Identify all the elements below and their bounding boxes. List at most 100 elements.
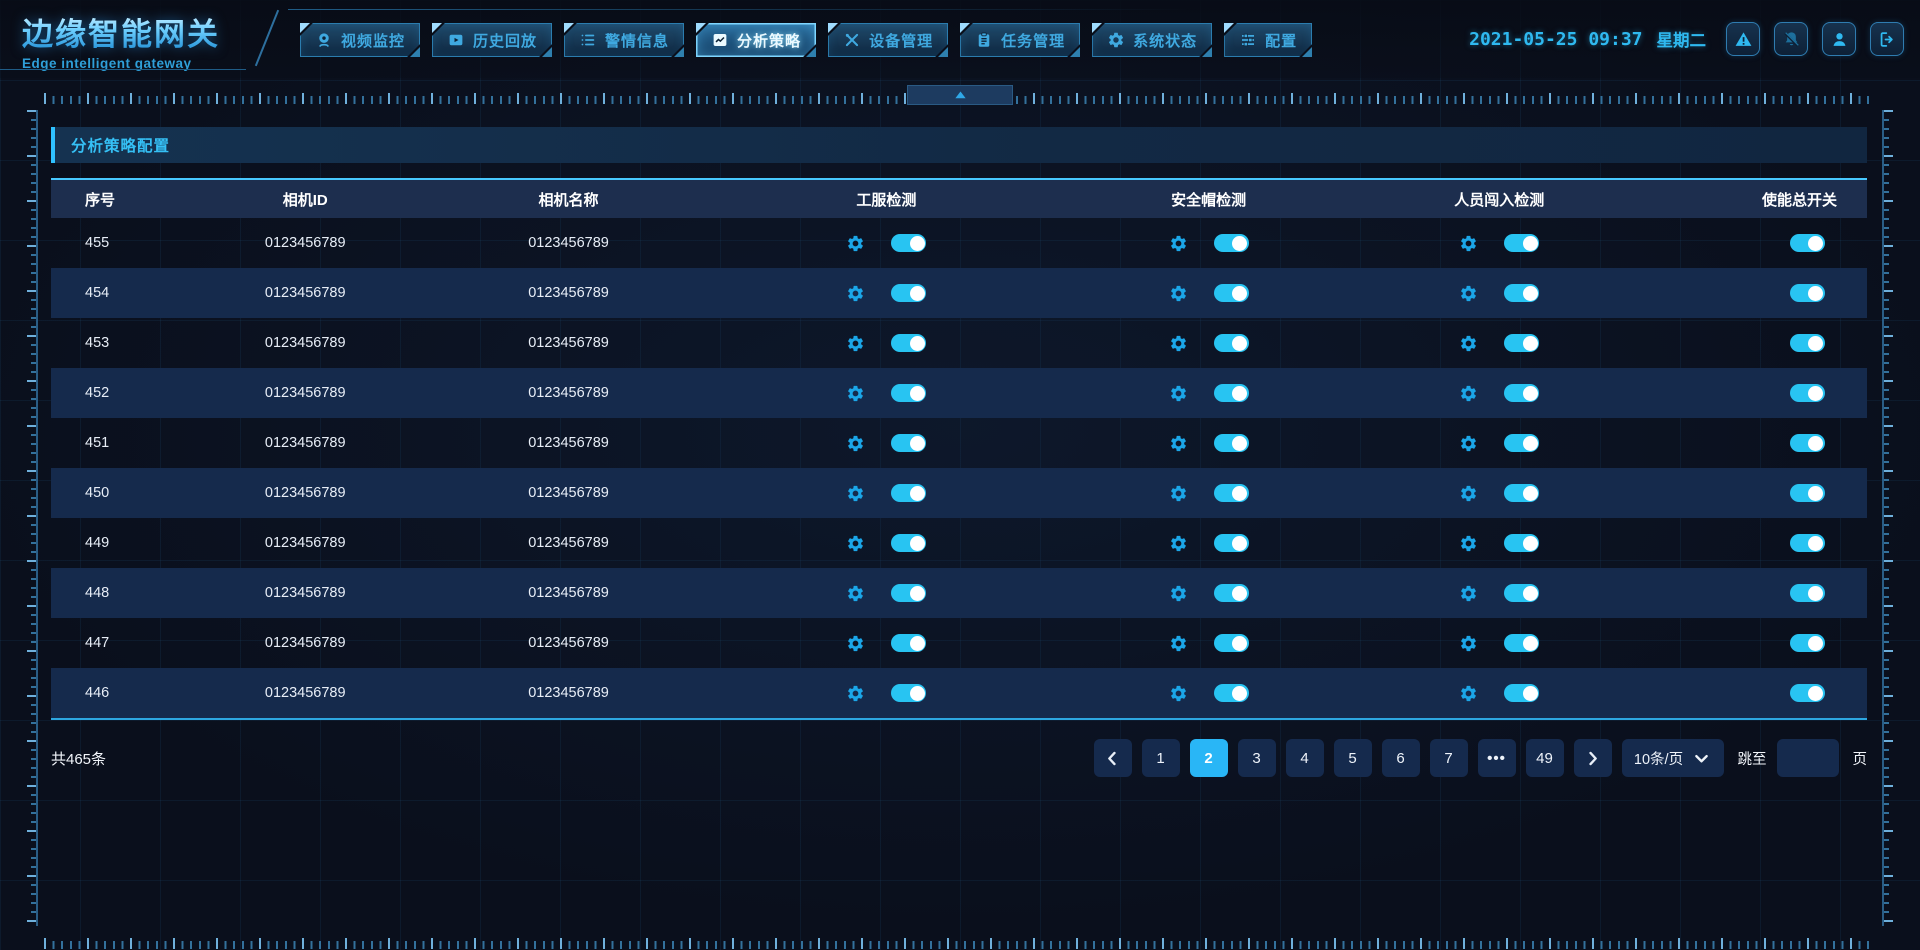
master-enable-toggle[interactable]: [1790, 384, 1825, 402]
pagination-controls: 1234567•••49 10条/页 跳至 页: [1094, 739, 1868, 777]
helmet-gear-icon[interactable]: [1169, 284, 1188, 303]
helmet-gear-icon[interactable]: [1169, 684, 1188, 703]
bell-muted-button[interactable]: [1774, 22, 1808, 56]
work-clothes-toggle[interactable]: [891, 234, 926, 252]
work-clothes-toggle[interactable]: [891, 334, 926, 352]
master-enable-toggle[interactable]: [1790, 634, 1825, 652]
work-clothes-gear-icon[interactable]: [846, 484, 865, 503]
master-enable-toggle[interactable]: [1790, 434, 1825, 452]
page-button-4[interactable]: 4: [1286, 739, 1324, 777]
helmet-toggle[interactable]: [1214, 684, 1249, 702]
helmet-gear-icon[interactable]: [1169, 584, 1188, 603]
nav-tab-分析策略[interactable]: 分析策略: [696, 23, 816, 57]
intrusion-toggle[interactable]: [1504, 434, 1539, 452]
helmet-gear-icon[interactable]: [1169, 234, 1188, 253]
nav-tab-label: 历史回放: [473, 30, 537, 51]
intrusion-gear-icon[interactable]: [1459, 534, 1478, 553]
master-enable-toggle[interactable]: [1790, 534, 1825, 552]
helmet-toggle[interactable]: [1214, 384, 1249, 402]
next-page-button[interactable]: [1574, 739, 1612, 777]
intrusion-toggle[interactable]: [1504, 484, 1539, 502]
master-enable-toggle[interactable]: [1790, 684, 1825, 702]
work-clothes-toggle[interactable]: [891, 484, 926, 502]
work-clothes-toggle[interactable]: [891, 684, 926, 702]
nav-tab-系统状态[interactable]: 系统状态: [1092, 23, 1212, 57]
nav-tab-视频监控[interactable]: 视频监控: [300, 23, 420, 57]
intrusion-toggle[interactable]: [1504, 284, 1539, 302]
intrusion-gear-icon[interactable]: [1459, 284, 1478, 303]
intrusion-toggle[interactable]: [1504, 334, 1539, 352]
page-size-select[interactable]: 10条/页: [1622, 739, 1724, 777]
alert-button[interactable]: [1726, 22, 1760, 56]
helmet-toggle[interactable]: [1214, 234, 1249, 252]
helmet-toggle[interactable]: [1214, 584, 1249, 602]
work-clothes-gear-icon[interactable]: [846, 584, 865, 603]
intrusion-gear-icon[interactable]: [1459, 634, 1478, 653]
master-enable-toggle[interactable]: [1790, 584, 1825, 602]
page-button-1[interactable]: 1: [1142, 739, 1180, 777]
master-enable-toggle[interactable]: [1790, 234, 1825, 252]
intrusion-gear-icon[interactable]: [1459, 684, 1478, 703]
helmet-gear-icon[interactable]: [1169, 534, 1188, 553]
collapse-panel-button[interactable]: [907, 85, 1013, 105]
intrusion-toggle[interactable]: [1504, 534, 1539, 552]
table-row: 455 0123456789 0123456789: [51, 218, 1867, 268]
work-clothes-toggle[interactable]: [891, 434, 926, 452]
work-clothes-gear-icon[interactable]: [846, 434, 865, 453]
work-clothes-toggle[interactable]: [891, 284, 926, 302]
jump-page-input[interactable]: [1777, 739, 1839, 777]
helmet-gear-icon[interactable]: [1169, 334, 1188, 353]
nav-tab-设备管理[interactable]: 设备管理: [828, 23, 948, 57]
intrusion-gear-icon[interactable]: [1459, 434, 1478, 453]
work-clothes-gear-icon[interactable]: [846, 684, 865, 703]
intrusion-gear-icon[interactable]: [1459, 384, 1478, 403]
helmet-gear-icon[interactable]: [1169, 434, 1188, 453]
intrusion-toggle[interactable]: [1504, 584, 1539, 602]
intrusion-toggle[interactable]: [1504, 634, 1539, 652]
page-button-6[interactable]: 6: [1382, 739, 1420, 777]
helmet-toggle[interactable]: [1214, 334, 1249, 352]
work-clothes-gear-icon[interactable]: [846, 634, 865, 653]
intrusion-gear-icon[interactable]: [1459, 334, 1478, 353]
helmet-gear-icon[interactable]: [1169, 384, 1188, 403]
nav-tab-警情信息[interactable]: 警情信息: [564, 23, 684, 57]
nav-tab-任务管理[interactable]: 任务管理: [960, 23, 1080, 57]
work-clothes-gear-icon[interactable]: [846, 384, 865, 403]
helmet-gear-icon[interactable]: [1169, 484, 1188, 503]
intrusion-gear-icon[interactable]: [1459, 484, 1478, 503]
page-button-7[interactable]: 7: [1430, 739, 1468, 777]
page-ellipsis-button[interactable]: •••: [1478, 739, 1516, 777]
work-clothes-toggle[interactable]: [891, 384, 926, 402]
helmet-toggle[interactable]: [1214, 284, 1249, 302]
work-clothes-gear-icon[interactable]: [846, 534, 865, 553]
master-enable-toggle[interactable]: [1790, 484, 1825, 502]
user-button[interactable]: [1822, 22, 1856, 56]
work-clothes-toggle[interactable]: [891, 584, 926, 602]
intrusion-gear-icon[interactable]: [1459, 584, 1478, 603]
page-button-49[interactable]: 49: [1526, 739, 1564, 777]
helmet-toggle[interactable]: [1214, 434, 1249, 452]
page-button-2-active[interactable]: 2: [1190, 739, 1228, 777]
helmet-gear-icon[interactable]: [1169, 634, 1188, 653]
work-clothes-toggle[interactable]: [891, 534, 926, 552]
master-enable-toggle[interactable]: [1790, 284, 1825, 302]
intrusion-toggle[interactable]: [1504, 684, 1539, 702]
intrusion-gear-icon[interactable]: [1459, 234, 1478, 253]
helmet-toggle[interactable]: [1214, 534, 1249, 552]
nav-tab-历史回放[interactable]: 历史回放: [432, 23, 552, 57]
work-clothes-gear-icon[interactable]: [846, 284, 865, 303]
master-enable-toggle[interactable]: [1790, 334, 1825, 352]
intrusion-toggle[interactable]: [1504, 384, 1539, 402]
page-button-5[interactable]: 5: [1334, 739, 1372, 777]
work-clothes-toggle[interactable]: [891, 634, 926, 652]
prev-page-button[interactable]: [1094, 739, 1132, 777]
work-clothes-gear-icon[interactable]: [846, 234, 865, 253]
intrusion-toggle[interactable]: [1504, 234, 1539, 252]
camera-id: 0123456789: [196, 335, 414, 351]
page-button-3[interactable]: 3: [1238, 739, 1276, 777]
logout-button[interactable]: [1870, 22, 1904, 56]
helmet-toggle[interactable]: [1214, 484, 1249, 502]
work-clothes-gear-icon[interactable]: [846, 334, 865, 353]
helmet-toggle[interactable]: [1214, 634, 1249, 652]
nav-tab-配置[interactable]: 配置: [1224, 23, 1312, 57]
